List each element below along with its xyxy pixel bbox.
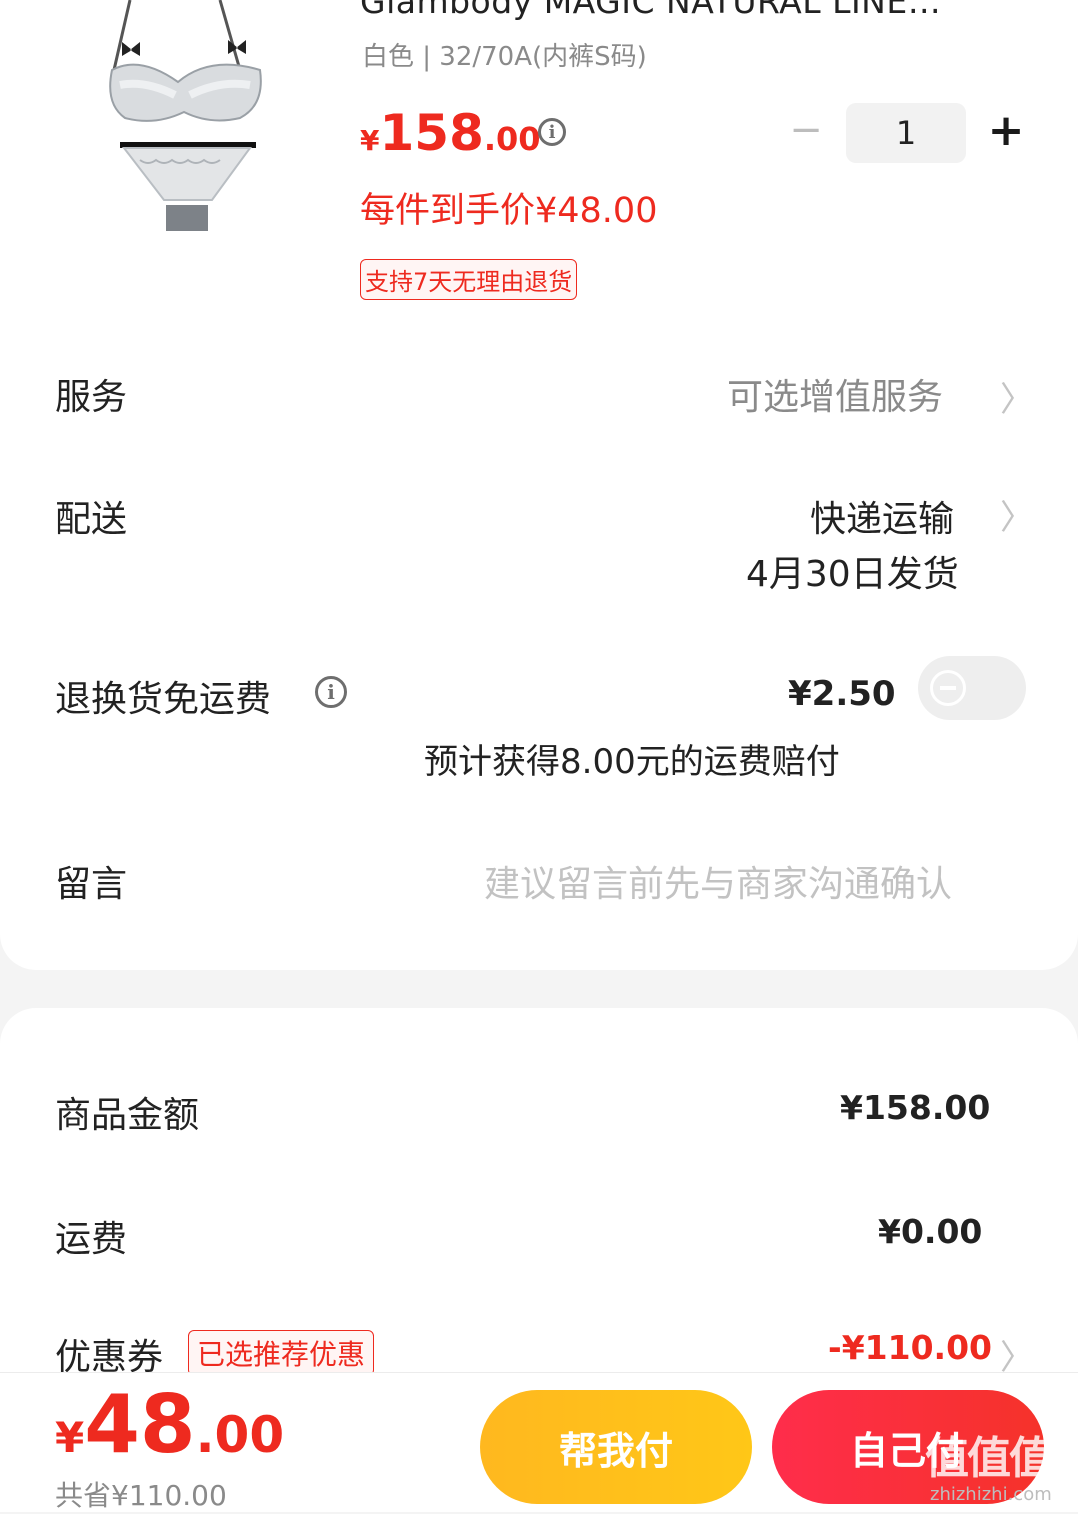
total-decimal: .00 <box>195 1406 285 1464</box>
return-shipping-toggle[interactable] <box>918 656 1026 720</box>
coupon-badge[interactable]: 已选推荐优惠 <box>188 1330 375 1376</box>
per-item-price: 每件到手价¥48.00 <box>360 191 658 231</box>
delivery-method[interactable]: 快递运输 <box>810 490 954 542</box>
service-value[interactable]: 可选增值服务 <box>727 368 943 420</box>
quantity-minus-button[interactable]: − <box>788 110 824 150</box>
product-spec[interactable]: 白色 | 32/70A(内裤S码) <box>362 36 647 73</box>
delivery-date: 4月30日发货 <box>746 554 959 595</box>
total-symbol: ¥ <box>55 1413 85 1462</box>
return-shipping-price: ¥2.50 <box>788 674 896 714</box>
quantity-input[interactable]: 1 <box>846 103 966 163</box>
chevron-right-icon[interactable]: 〉 <box>1000 490 1034 539</box>
watermark-logo: 值值值 <box>925 1433 1053 1484</box>
coupon-value[interactable]: -¥110.00 <box>828 1328 992 1367</box>
service-label: 服务 <box>55 377 128 418</box>
shipping-value: ¥0.00 <box>878 1212 983 1251</box>
info-icon[interactable]: i <box>315 676 347 708</box>
toggle-knob <box>930 670 966 706</box>
return-policy-badge: 支持7天无理由退货 <box>360 259 578 300</box>
product-image[interactable] <box>100 0 270 240</box>
goods-amount-value: ¥158.00 <box>840 1088 991 1127</box>
saved-amount: 共省¥110.00 <box>55 1479 227 1512</box>
return-shipping-label: 退换货免运费 <box>55 679 272 720</box>
product-title[interactable]: Glambody MAGIC NATURAL LINE… <box>360 0 941 21</box>
goods-amount-label: 商品金额 <box>55 1095 200 1136</box>
delivery-label: 配送 <box>55 499 128 540</box>
help-pay-button[interactable]: 帮我付 <box>480 1390 752 1504</box>
message-label: 留言 <box>55 864 128 905</box>
price-decimal: .00 <box>483 120 541 158</box>
watermark-url: zhizhizhi.com <box>930 1484 1052 1505</box>
message-input[interactable]: 建议留言前先与商家沟通确认 <box>484 855 952 907</box>
price-integer: 158 <box>379 104 484 162</box>
total-price: ¥48.00 <box>55 1378 284 1471</box>
chevron-right-icon[interactable]: 〉 <box>1000 372 1034 421</box>
quantity-plus-button[interactable]: + <box>984 106 1028 156</box>
product-price: ¥158.00 <box>360 104 541 162</box>
price-symbol: ¥ <box>360 124 380 157</box>
shipping-label: 运费 <box>55 1219 128 1260</box>
total-integer: 48 <box>84 1378 196 1471</box>
return-shipping-note: 预计获得8.00元的运费赔付 <box>424 742 840 782</box>
info-icon[interactable]: i <box>538 118 566 146</box>
